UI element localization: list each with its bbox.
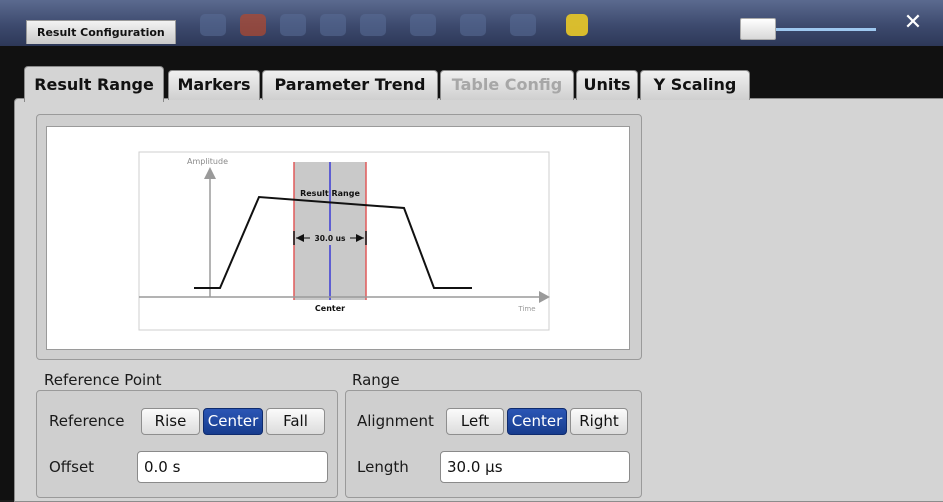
offset-input[interactable]: 0.0 s <box>137 451 328 483</box>
title-bar: Result Configuration ✕ <box>0 0 943 46</box>
result-range-label: Result Range <box>300 189 360 198</box>
transparency-slider-track[interactable] <box>760 28 876 31</box>
toolbar-icon[interactable] <box>460 14 486 36</box>
tab-markers[interactable]: Markers <box>168 70 260 100</box>
toolbar-icon[interactable] <box>240 14 266 36</box>
x-axis-arrow <box>539 291 550 303</box>
alignment-center-button[interactable]: Center <box>507 408 567 435</box>
reference-label: Reference <box>49 412 125 430</box>
window-title: Result Configuration <box>26 20 176 44</box>
reference-center-button[interactable]: Center <box>203 408 263 435</box>
reference-point-title: Reference Point <box>44 371 162 389</box>
toolbar-icon[interactable] <box>280 14 306 36</box>
y-axis-arrow <box>204 167 216 179</box>
length-label: Length <box>357 458 409 476</box>
tab-units[interactable]: Units <box>576 70 638 100</box>
offset-label: Offset <box>49 458 95 476</box>
length-input[interactable]: 30.0 µs <box>440 451 630 483</box>
tab-table-config[interactable]: Table Config <box>440 70 574 100</box>
tab-result-range[interactable]: Result Range <box>24 66 164 102</box>
amplitude-label: Amplitude <box>187 157 228 166</box>
close-button[interactable]: ✕ <box>893 6 933 40</box>
reference-fall-button[interactable]: Fall <box>266 408 325 435</box>
tab-y-scaling[interactable]: Y Scaling <box>640 70 750 100</box>
alignment-right-button[interactable]: Right <box>570 408 628 435</box>
tab-parameter-trend[interactable]: Parameter Trend <box>262 70 438 100</box>
range-title: Range <box>352 371 400 389</box>
alignment-left-button[interactable]: Left <box>446 408 504 435</box>
reference-rise-button[interactable]: Rise <box>141 408 200 435</box>
diagram-svg: Amplitude Result Range 30.0 us Center Ti… <box>138 151 550 331</box>
toolbar-icon[interactable] <box>200 14 226 36</box>
toolbar-icon[interactable] <box>410 14 436 36</box>
transparency-slider-thumb[interactable] <box>740 18 776 40</box>
toolbar-icon[interactable] <box>566 14 588 36</box>
toolbar-icon[interactable] <box>320 14 346 36</box>
time-label: Time <box>517 305 535 313</box>
result-range-diagram: Amplitude Result Range 30.0 us Center Ti… <box>46 126 630 350</box>
alignment-label: Alignment <box>357 412 434 430</box>
toolbar-icon[interactable] <box>360 14 386 36</box>
width-label: 30.0 us <box>315 234 346 243</box>
center-label: Center <box>315 304 345 313</box>
toolbar-icon[interactable] <box>510 14 536 36</box>
